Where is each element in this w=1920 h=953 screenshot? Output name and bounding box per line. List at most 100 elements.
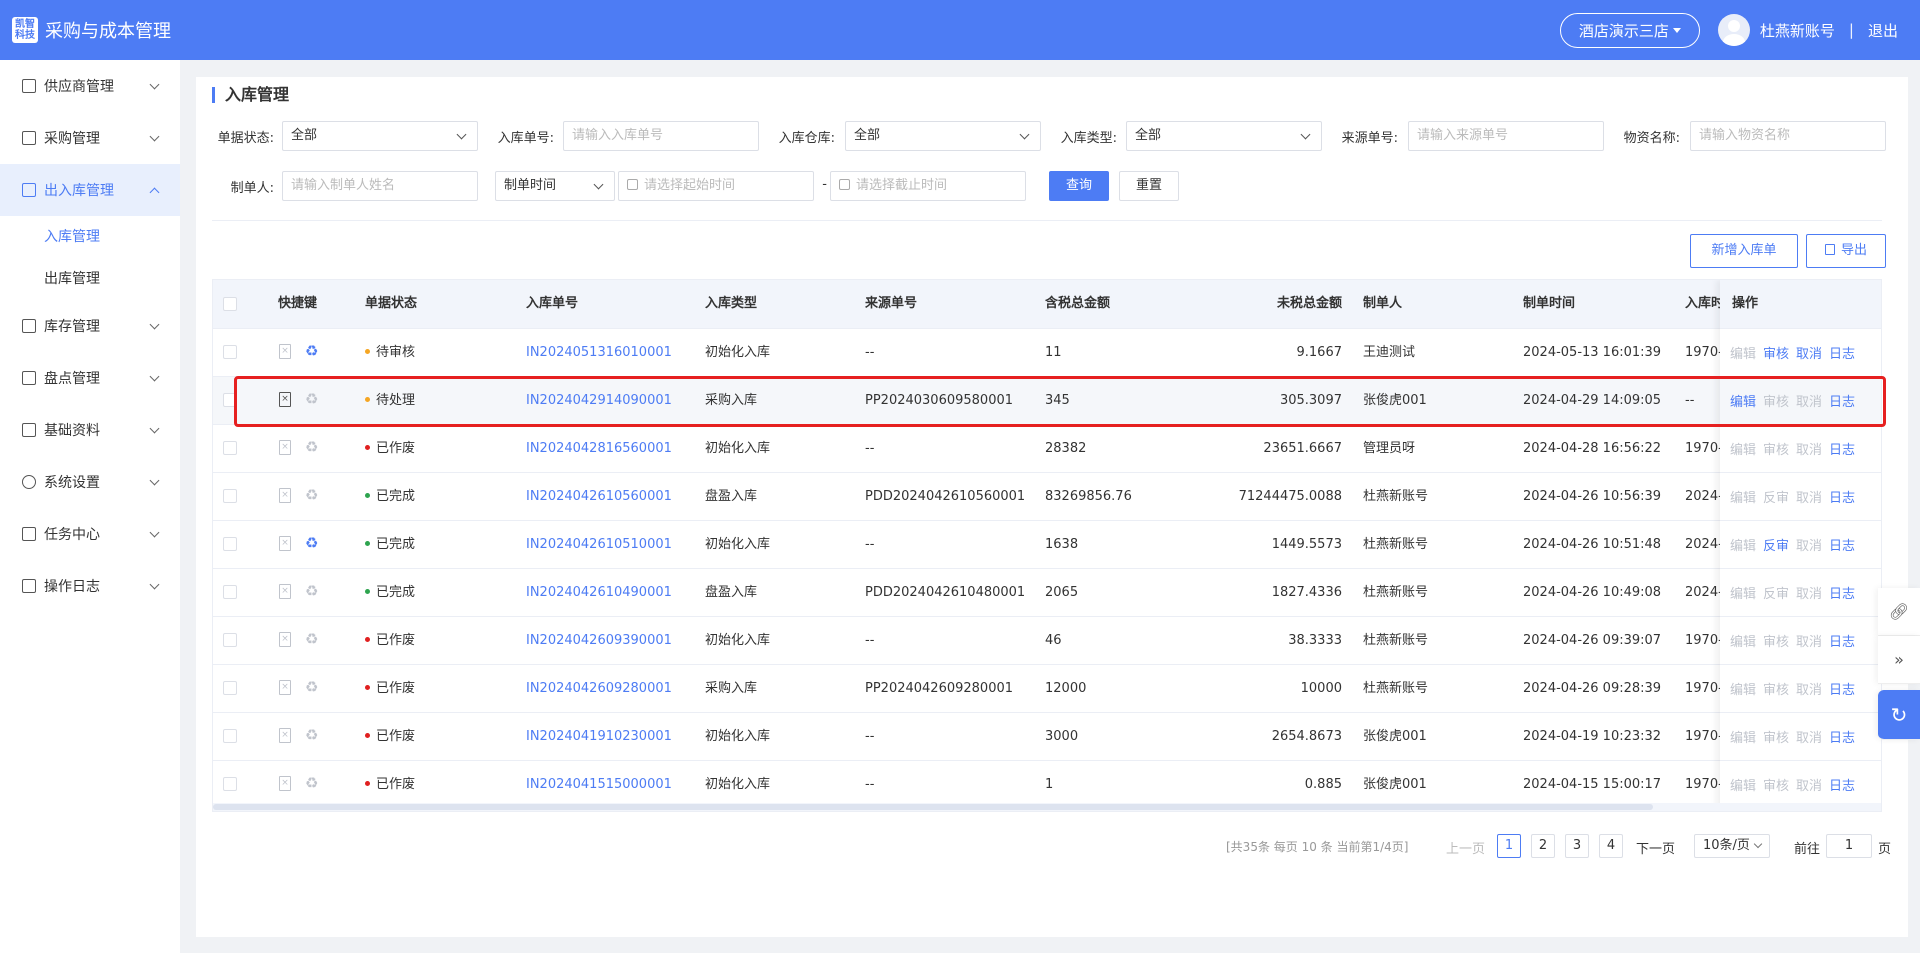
op-log-link[interactable]: 日志 <box>1829 535 1855 554</box>
sidebar-subitem-inbound[interactable]: 入库管理 <box>0 216 180 258</box>
page-button-4[interactable]: 4 <box>1599 834 1623 858</box>
op-edit-link[interactable]: 编辑 <box>1730 631 1756 650</box>
op-review-link[interactable]: 审核 <box>1763 775 1789 794</box>
op-cancel-link[interactable]: 取消 <box>1796 439 1822 458</box>
op-cancel-link[interactable]: 取消 <box>1796 535 1822 554</box>
recycle-icon[interactable]: ♻ <box>305 440 318 455</box>
horizontal-scrollbar[interactable] <box>213 803 1881 811</box>
source-no-input[interactable]: 请输入来源单号 <box>1408 121 1604 151</box>
recycle-icon[interactable]: ♻ <box>305 536 318 551</box>
document-icon[interactable]: × <box>279 776 291 791</box>
end-date-input[interactable]: 请选择截止时间 <box>830 171 1026 201</box>
op-edit-link[interactable]: 编辑 <box>1730 727 1756 746</box>
op-log-link[interactable]: 日志 <box>1829 679 1855 698</box>
document-icon[interactable]: × <box>279 392 291 407</box>
op-review-link[interactable]: 反审 <box>1763 583 1789 602</box>
op-log-link[interactable]: 日志 <box>1829 775 1855 794</box>
op-cancel-link[interactable]: 取消 <box>1796 391 1822 410</box>
sidebar-item-log[interactable]: 操作日志 <box>0 560 180 612</box>
select-all-checkbox[interactable] <box>223 297 237 311</box>
row-checkbox[interactable] <box>223 537 237 551</box>
page-size-select[interactable]: 10条/页 <box>1694 834 1770 858</box>
op-log-link[interactable]: 日志 <box>1829 727 1855 746</box>
sidebar-item-inventory[interactable]: 库存管理 <box>0 300 180 352</box>
op-review-link[interactable]: 审核 <box>1763 439 1789 458</box>
op-cancel-link[interactable]: 取消 <box>1796 487 1822 506</box>
type-select[interactable]: 全部 <box>1126 121 1322 151</box>
op-edit-link[interactable]: 编辑 <box>1730 679 1756 698</box>
op-review-link[interactable]: 反审 <box>1763 535 1789 554</box>
sidebar-item-basic-data[interactable]: 基础资料 <box>0 404 180 456</box>
op-edit-link[interactable]: 编辑 <box>1730 775 1756 794</box>
op-cancel-link[interactable]: 取消 <box>1796 583 1822 602</box>
avatar[interactable] <box>1717 14 1750 46</box>
page-button-1[interactable]: 1 <box>1497 834 1521 858</box>
op-cancel-link[interactable]: 取消 <box>1796 631 1822 650</box>
support-icon[interactable]: ↻ <box>1878 690 1920 740</box>
row-checkbox[interactable] <box>223 681 237 695</box>
op-edit-link[interactable]: 编辑 <box>1730 391 1756 410</box>
op-edit-link[interactable]: 编辑 <box>1730 487 1756 506</box>
row-checkbox[interactable] <box>223 777 237 791</box>
next-page-button[interactable]: 下一页 <box>1636 838 1675 857</box>
row-checkbox[interactable] <box>223 441 237 455</box>
logout-link[interactable]: 退出 <box>1868 20 1898 41</box>
op-review-link[interactable]: 审核 <box>1763 343 1789 362</box>
op-review-link[interactable]: 反审 <box>1763 487 1789 506</box>
store-selector[interactable]: 酒店演示三店 <box>1559 12 1700 48</box>
op-log-link[interactable]: 日志 <box>1829 583 1855 602</box>
sidebar-item-settings[interactable]: 系统设置 <box>0 456 180 508</box>
op-cancel-link[interactable]: 取消 <box>1796 343 1822 362</box>
prev-page-button[interactable]: 上一页 <box>1446 838 1485 857</box>
op-log-link[interactable]: 日志 <box>1829 343 1855 362</box>
cell-inbound-no[interactable]: IN2024042609390001 <box>526 617 676 664</box>
cell-inbound-no[interactable]: IN2024042816560001 <box>526 425 676 472</box>
cell-inbound-no[interactable]: IN2024042610510001 <box>526 521 676 568</box>
cell-inbound-no[interactable]: IN2024042914090001 <box>526 377 676 424</box>
sidebar-item-supplier[interactable]: 供应商管理 <box>0 60 180 112</box>
cell-inbound-no[interactable]: IN2024042610560001 <box>526 473 676 520</box>
document-icon[interactable]: × <box>279 632 291 647</box>
op-review-link[interactable]: 审核 <box>1763 679 1789 698</box>
row-checkbox[interactable] <box>223 345 237 359</box>
add-inbound-button[interactable]: 新增入库单 <box>1690 234 1798 268</box>
recycle-icon[interactable]: ♻ <box>305 344 318 359</box>
row-checkbox[interactable] <box>223 729 237 743</box>
recycle-icon[interactable]: ♻ <box>305 776 318 791</box>
export-button[interactable]: 导出 <box>1806 234 1886 268</box>
recycle-icon[interactable]: ♻ <box>305 392 318 407</box>
sidebar-item-purchase[interactable]: 采购管理 <box>0 112 180 164</box>
warehouse-select[interactable]: 全部 <box>845 121 1041 151</box>
time-type-select[interactable]: 制单时间 <box>495 171 615 201</box>
document-icon[interactable]: × <box>279 440 291 455</box>
op-edit-link[interactable]: 编辑 <box>1730 535 1756 554</box>
page-button-2[interactable]: 2 <box>1531 834 1555 858</box>
op-review-link[interactable]: 审核 <box>1763 727 1789 746</box>
cell-inbound-no[interactable]: IN2024042609280001 <box>526 665 676 712</box>
link-icon[interactable]: 🔗︎ <box>1878 588 1920 636</box>
goto-page-input[interactable]: 1 <box>1826 834 1872 858</box>
op-log-link[interactable]: 日志 <box>1829 631 1855 650</box>
document-icon[interactable]: × <box>279 680 291 695</box>
page-button-3[interactable]: 3 <box>1565 834 1589 858</box>
start-date-input[interactable]: 请选择起始时间 <box>618 171 814 201</box>
op-log-link[interactable]: 日志 <box>1829 391 1855 410</box>
document-icon[interactable]: × <box>279 536 291 551</box>
row-checkbox[interactable] <box>223 633 237 647</box>
document-icon[interactable]: × <box>279 344 291 359</box>
op-review-link[interactable]: 审核 <box>1763 631 1789 650</box>
cell-inbound-no[interactable]: IN2024042610490001 <box>526 569 676 616</box>
op-cancel-link[interactable]: 取消 <box>1796 727 1822 746</box>
scrollbar-thumb[interactable] <box>213 804 1653 810</box>
inbound-no-input[interactable]: 请输入入库单号 <box>563 121 759 151</box>
row-checkbox[interactable] <box>223 489 237 503</box>
op-cancel-link[interactable]: 取消 <box>1796 679 1822 698</box>
reset-button[interactable]: 重置 <box>1119 171 1179 201</box>
username[interactable]: 杜燕新账号 <box>1760 20 1835 41</box>
status-select[interactable]: 全部 <box>282 121 478 151</box>
op-edit-link[interactable]: 编辑 <box>1730 583 1756 602</box>
recycle-icon[interactable]: ♻ <box>305 488 318 503</box>
document-icon[interactable]: × <box>279 488 291 503</box>
recycle-icon[interactable]: ♻ <box>305 728 318 743</box>
sidebar-item-task[interactable]: 任务中心 <box>0 508 180 560</box>
